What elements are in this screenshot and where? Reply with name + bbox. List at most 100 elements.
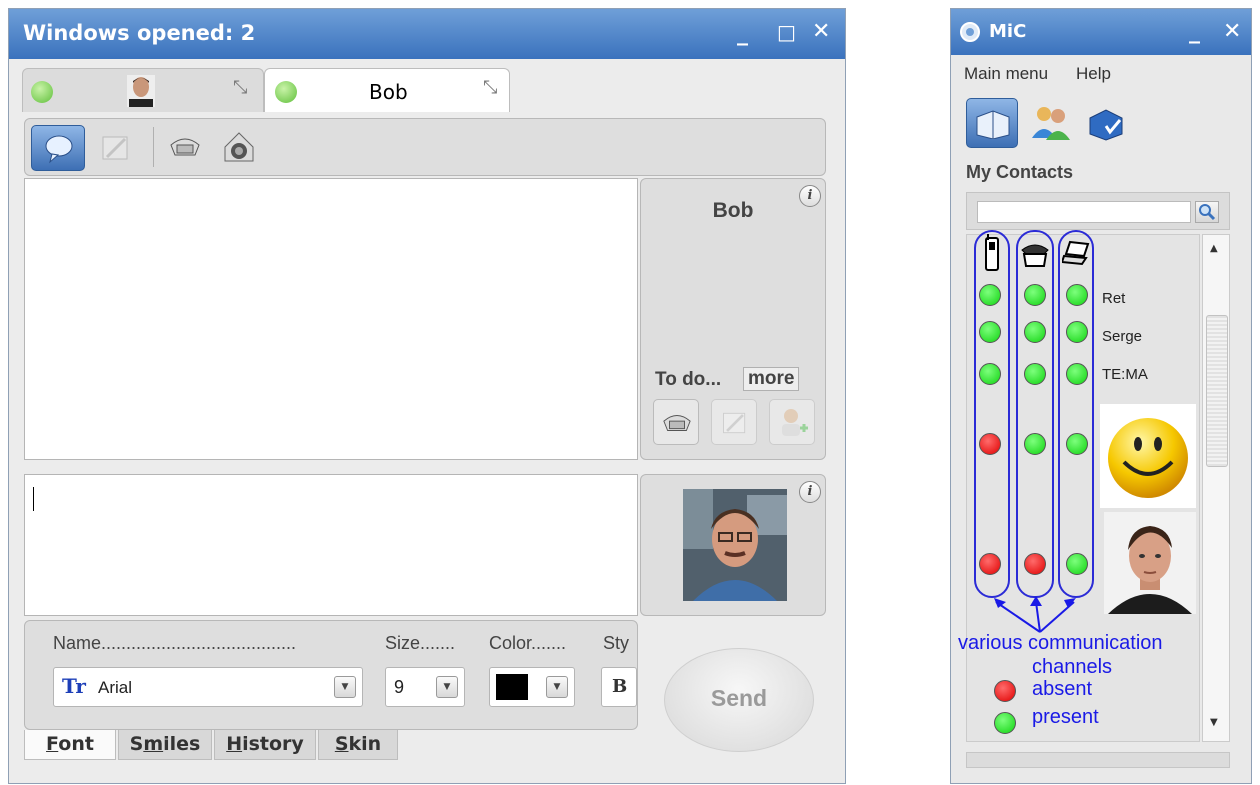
scroll-thumb[interactable]	[1206, 315, 1228, 467]
contact-name-serge[interactable]: Serge	[1102, 328, 1142, 345]
video-call-icon[interactable]	[221, 129, 257, 165]
settings-book-icon[interactable]	[1086, 106, 1126, 142]
mobile-phone-icon	[985, 234, 999, 271]
status-dot-present	[1066, 363, 1088, 385]
todo-add-contact-button[interactable]	[769, 399, 815, 445]
tab-skin[interactable]: Skin	[318, 730, 398, 760]
font-color-select[interactable]: ▼	[489, 667, 575, 707]
status-dot-absent	[979, 553, 1001, 575]
status-dot-present	[1066, 321, 1088, 343]
contact-info-panel: i Bob To do... more	[640, 178, 826, 460]
menu-help[interactable]: Help	[1076, 64, 1111, 84]
phone-icon[interactable]	[167, 131, 203, 163]
contact-photo-icon	[127, 75, 155, 107]
font-size-value: 9	[394, 677, 405, 697]
minimize-button[interactable]: _	[737, 21, 748, 46]
info-icon[interactable]: i	[799, 481, 821, 503]
status-dot-present	[1024, 363, 1046, 385]
text-cursor	[33, 487, 34, 511]
contact-name: Bob	[712, 199, 754, 222]
contact-list-scrollbar[interactable]: ▲ ▼	[1202, 234, 1230, 742]
add-contact-icon	[782, 409, 808, 436]
chevron-down-icon[interactable]: ▼	[334, 676, 356, 698]
tab-contact-1[interactable]: ⤡	[22, 68, 264, 112]
address-book-icon	[976, 110, 1010, 139]
bold-label: B	[612, 676, 628, 697]
tab-bob[interactable]: Bob ⤡	[264, 68, 510, 112]
more-button[interactable]: more	[743, 367, 800, 391]
tab-detach-icon[interactable]: ⤡	[233, 77, 247, 98]
contact-name-ret[interactable]: Ret	[1102, 290, 1125, 307]
bold-style-button[interactable]: B	[601, 667, 637, 707]
status-dot-present	[979, 284, 1001, 306]
close-button[interactable]: ✕	[812, 19, 830, 44]
font-style-label: Sty	[603, 633, 630, 653]
search-button[interactable]	[1195, 201, 1219, 223]
smiley-avatar[interactable]	[1100, 404, 1196, 508]
sms-icon	[723, 412, 746, 434]
status-dot-present	[1024, 284, 1046, 306]
menu-main[interactable]: Main menu	[964, 64, 1048, 84]
todo-sms-button[interactable]	[711, 399, 757, 445]
search-icon	[1199, 204, 1216, 221]
chevron-down-icon[interactable]: ▼	[436, 676, 458, 698]
font-name-label: Name....................................…	[53, 633, 297, 653]
tab-history-label: History	[226, 733, 304, 755]
legend-present-dot	[994, 712, 1016, 734]
tab-skin-label: Skin	[334, 733, 382, 755]
status-dot-present	[979, 321, 1001, 343]
online-smiley-icon	[275, 81, 297, 103]
minimize-button[interactable]: _	[1189, 19, 1200, 44]
tab-history[interactable]: History	[214, 730, 316, 760]
annotation-line-2: channels	[1032, 656, 1113, 678]
tab-font[interactable]: FFont	[24, 730, 116, 760]
toolbar-separator	[153, 127, 154, 167]
contacts-search-input[interactable]	[977, 201, 1191, 223]
scroll-down-icon[interactable]: ▼	[1210, 717, 1218, 728]
tab-detach-icon[interactable]: ⤡	[483, 77, 497, 98]
close-button[interactable]: ✕	[1223, 19, 1241, 44]
message-input[interactable]	[24, 474, 638, 616]
chevron-down-icon[interactable]: ▼	[546, 676, 568, 698]
status-dot-present	[1024, 433, 1046, 455]
legend-absent-dot	[994, 680, 1016, 702]
person-avatar[interactable]	[1104, 512, 1196, 614]
tab-font-label: Font	[46, 733, 94, 755]
font-size-label: Size.......	[385, 633, 456, 653]
status-dot-absent	[979, 433, 1001, 455]
font-size-select[interactable]: 9 ▼	[385, 667, 465, 707]
tab-label: Bob	[369, 80, 408, 104]
tab-smiles-label: Smiles	[129, 733, 201, 755]
send-button[interactable]: Send	[664, 648, 814, 752]
phone-icon	[663, 415, 691, 431]
maximize-button[interactable]: □	[777, 20, 796, 44]
truetype-font-icon: Tr	[62, 674, 86, 698]
users-icon[interactable]	[1030, 104, 1072, 140]
legend-absent-label: absent	[1032, 678, 1093, 700]
legend-present-label: present	[1032, 706, 1099, 728]
todo-call-button[interactable]	[653, 399, 699, 445]
sms-icon[interactable]	[99, 131, 133, 165]
status-dot-present	[979, 363, 1001, 385]
font-name-value: Arial	[98, 678, 133, 697]
font-name-select[interactable]: Tr Arial ▼	[53, 667, 363, 707]
message-history[interactable]	[24, 178, 638, 460]
my-contacts-title: My Contacts	[966, 162, 1074, 182]
avatar-panel: i	[640, 474, 826, 616]
scroll-up-icon[interactable]: ▲	[1210, 243, 1218, 254]
chat-toolbar	[24, 118, 826, 176]
font-color-label: Color.......	[489, 633, 567, 653]
chat-window-titlebar[interactable]: Windows opened: 2 _ □ ✕	[9, 9, 845, 59]
mic-window-titlebar[interactable]: MiC _ ✕	[951, 9, 1251, 55]
mic-status-bar	[966, 752, 1230, 768]
contact-name-tema[interactable]: TE:MA	[1102, 366, 1148, 383]
window-title: Windows opened: 2	[23, 21, 256, 45]
annotation-line-1: various communication	[958, 632, 1163, 654]
mic-logo-icon	[960, 22, 980, 42]
font-format-panel: Name....................................…	[24, 620, 638, 730]
chat-mode-button[interactable]	[31, 125, 85, 171]
contacts-book-button[interactable]	[966, 98, 1018, 148]
status-dot-present	[1024, 321, 1046, 343]
todo-label: To do...	[655, 369, 722, 390]
tab-smiles[interactable]: Smiles	[118, 730, 212, 760]
